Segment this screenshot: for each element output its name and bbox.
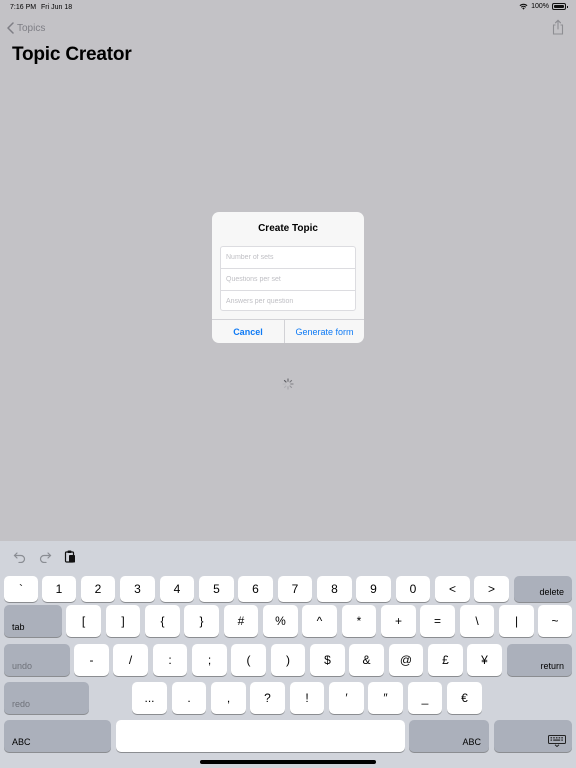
key-hash[interactable]: # [224,605,258,637]
home-indicator[interactable] [200,760,376,764]
key-backtick[interactable]: ` [4,576,38,602]
battery-icon [552,3,568,10]
status-time: 7:16 PM [10,4,37,11]
dismiss-keyboard-button[interactable] [494,720,572,752]
key-1[interactable]: 1 [42,576,76,602]
key-slash[interactable]: / [113,644,148,676]
key-3[interactable]: 3 [120,576,155,602]
key-tilde[interactable]: ~ [538,605,572,637]
status-bar: 7:16 PM Fri Jun 18 100% [0,0,576,14]
back-label: Topics [17,22,46,34]
key-at[interactable]: @ [389,644,423,676]
key-less-than[interactable]: < [435,576,470,602]
key-8[interactable]: 8 [317,576,352,602]
key-double-prime[interactable]: ″ [368,682,403,714]
key-caret[interactable]: ^ [302,605,337,637]
key-pound[interactable]: £ [428,644,463,676]
key-9[interactable]: 9 [356,576,391,602]
keyboard-dismiss-icon [548,735,566,747]
dialog-title: Create Topic [258,223,318,234]
key-ellipsis[interactable]: ... [132,682,167,714]
space-key[interactable] [116,720,405,752]
key-7[interactable]: 7 [278,576,312,602]
key-right-bracket[interactable]: ] [106,605,140,637]
battery-percent: 100% [531,3,549,10]
keyboard-toolbar [0,541,576,571]
questions-per-set-input[interactable] [221,268,355,289]
key-minus[interactable]: - [74,644,109,676]
dialog-actions: Cancel Generate form [212,319,364,343]
key-ampersand[interactable]: & [349,644,384,676]
key-2[interactable]: 2 [81,576,115,602]
key-greater-than[interactable]: > [474,576,509,602]
status-right: 100% [519,3,568,10]
undo-icon[interactable] [13,549,27,563]
key-comma[interactable]: , [211,682,246,714]
chevron-left-icon [7,22,14,34]
key-dollar[interactable]: $ [310,644,345,676]
key-right-paren[interactable]: ) [271,644,305,676]
key-backslash[interactable]: \ [460,605,494,637]
loading-spinner-icon [282,378,294,390]
key-6[interactable]: 6 [238,576,273,602]
key-semicolon[interactable]: ; [192,644,227,676]
key-colon[interactable]: : [153,644,187,676]
key-exclamation[interactable]: ! [290,682,324,714]
return-key[interactable]: return [507,644,572,676]
wifi-icon [519,3,528,10]
redo-key[interactable]: redo [4,682,89,714]
undo-key[interactable]: undo [4,644,70,676]
delete-key[interactable]: delete [514,576,572,602]
key-euro[interactable]: € [447,682,482,714]
key-plus[interactable]: + [381,605,416,637]
key-right-brace[interactable]: } [184,605,219,637]
keyboard: ` 1 2 3 4 5 6 7 8 9 0 < > delete tab [ ]… [0,541,576,768]
key-4[interactable]: 4 [160,576,194,602]
page-title: Topic Creator [12,44,132,65]
cancel-button[interactable]: Cancel [212,320,285,343]
key-prime[interactable]: ′ [329,682,364,714]
share-icon[interactable] [551,19,565,35]
redo-icon[interactable] [38,549,52,563]
back-button[interactable]: Topics [7,21,45,35]
create-topic-dialog: Create Topic Cancel Generate form [212,212,364,343]
abc-key-right[interactable]: ABC [409,720,489,752]
key-percent[interactable]: % [263,605,298,637]
number-of-sets-input[interactable] [221,247,355,268]
key-0[interactable]: 0 [396,576,430,602]
key-period[interactable]: . [172,682,206,714]
tab-key[interactable]: tab [4,605,62,637]
dialog-fields [220,246,356,311]
key-underscore[interactable]: _ [408,682,442,714]
key-equals[interactable]: = [420,605,455,637]
key-left-bracket[interactable]: [ [66,605,101,637]
generate-form-button[interactable]: Generate form [285,320,364,343]
key-left-brace[interactable]: { [145,605,180,637]
paste-icon[interactable] [63,549,77,563]
key-left-paren[interactable]: ( [231,644,266,676]
key-asterisk[interactable]: * [342,605,376,637]
answers-per-question-input[interactable] [221,290,355,311]
status-date: Fri Jun 18 [41,4,73,11]
key-5[interactable]: 5 [199,576,234,602]
key-pipe[interactable]: | [499,605,534,637]
key-yen[interactable]: ¥ [467,644,502,676]
key-question[interactable]: ? [250,682,285,714]
abc-key-left[interactable]: ABC [4,720,111,752]
